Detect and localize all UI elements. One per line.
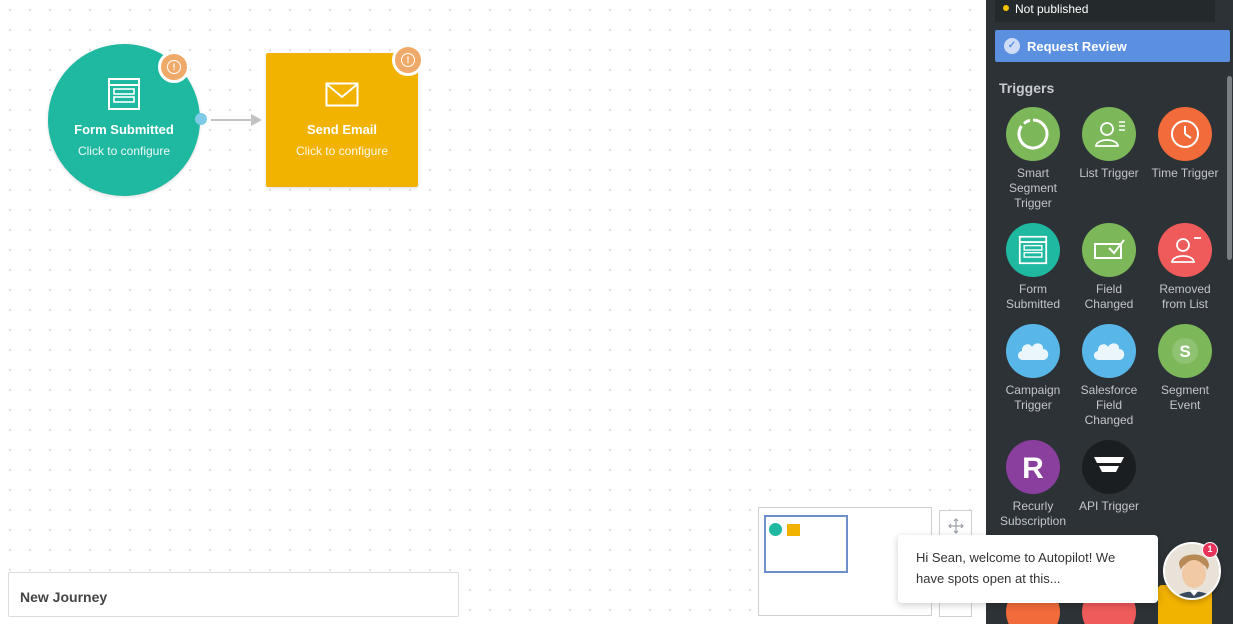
trigger-salesforce-field-changed[interactable]: Salesforce Field Changed [1071,324,1147,428]
trigger-recurly-subscription[interactable]: R Recurly Subscription [995,440,1071,529]
request-review-label: Request Review [1027,39,1127,54]
triggers-heading: Triggers [999,80,1055,96]
status-dot-icon [1003,5,1009,11]
api-funnel-icon [1082,440,1136,494]
node-title: Form Submitted [74,122,174,137]
svg-text:S: S [1179,342,1190,361]
node-title: Send Email [306,122,378,137]
node-subtitle: Click to configure [77,144,171,158]
trigger-label: List Trigger [1079,166,1139,180]
list-user-icon [1082,107,1136,161]
salesforce-cloud-icon [1006,324,1060,378]
trigger-segment-event[interactable]: S Segment Event [1147,324,1223,413]
trigger-label: Time Trigger [1151,166,1219,180]
status-text: Not published [1015,2,1089,16]
trigger-list[interactable]: List Trigger [1071,107,1147,181]
trigger-field-changed[interactable]: Field Changed [1071,223,1147,312]
trigger-form-submitted[interactable]: Form Submitted [995,223,1071,312]
clock-icon [1158,107,1212,161]
publish-status: Not published [995,0,1215,22]
connector-handle[interactable] [195,113,207,125]
trigger-label: Removed from List [1159,282,1211,311]
smart-segment-icon [1006,107,1060,161]
minimap-circle-node [769,523,782,536]
trigger-removed-from-list[interactable]: Removed from List [1147,223,1223,312]
envelope-icon [325,82,359,113]
connector-line [211,119,253,121]
trigger-campaign[interactable]: Campaign Trigger [995,324,1071,413]
send-email-node[interactable]: Send Email Click to configure [266,53,418,187]
trigger-label: Field Changed [1084,282,1134,311]
user-remove-icon [1158,223,1212,277]
warning-icon[interactable]: ! [158,51,190,83]
trigger-label: Form Submitted [1005,282,1061,311]
trigger-time[interactable]: Time Trigger [1147,107,1223,181]
trigger-smart-segment[interactable]: Smart Segment Trigger [995,107,1071,211]
unread-count-badge: 1 [1202,542,1218,558]
trigger-api[interactable]: API Trigger [1071,440,1147,514]
form-icon [107,77,141,116]
minimap-rect-node [787,524,800,536]
trigger-label: API Trigger [1078,499,1140,513]
trigger-label: Campaign Trigger [1005,383,1061,412]
svg-text:R: R [1022,452,1044,484]
journey-canvas[interactable]: Form Submitted Click to configure ! Send… [0,0,986,624]
form-icon [1006,223,1060,277]
chat-message-bubble[interactable]: Hi Sean, welcome to Autopilot! We have s… [898,535,1158,603]
trigger-label: Salesforce Field Changed [1080,383,1138,427]
trigger-label: Segment Event [1160,383,1210,412]
request-review-button[interactable]: ✓ Request Review [995,30,1230,62]
sidebar: Not published ✓ Request Review Triggers … [986,0,1233,624]
sidebar-scrollbar[interactable] [1227,76,1232,260]
warning-icon[interactable]: ! [392,44,424,76]
arrow-icon [251,114,262,126]
journey-name-field[interactable]: New Journey [8,572,459,617]
segment-s-icon: S [1158,324,1212,378]
check-icon: ✓ [1004,38,1020,54]
recurly-r-icon: R [1006,440,1060,494]
salesforce-cloud-icon [1082,324,1136,378]
field-check-icon [1082,223,1136,277]
node-subtitle: Click to configure [295,144,389,158]
trigger-label: Recurly Subscription [999,499,1067,528]
trigger-label: Smart Segment Trigger [1008,166,1058,210]
